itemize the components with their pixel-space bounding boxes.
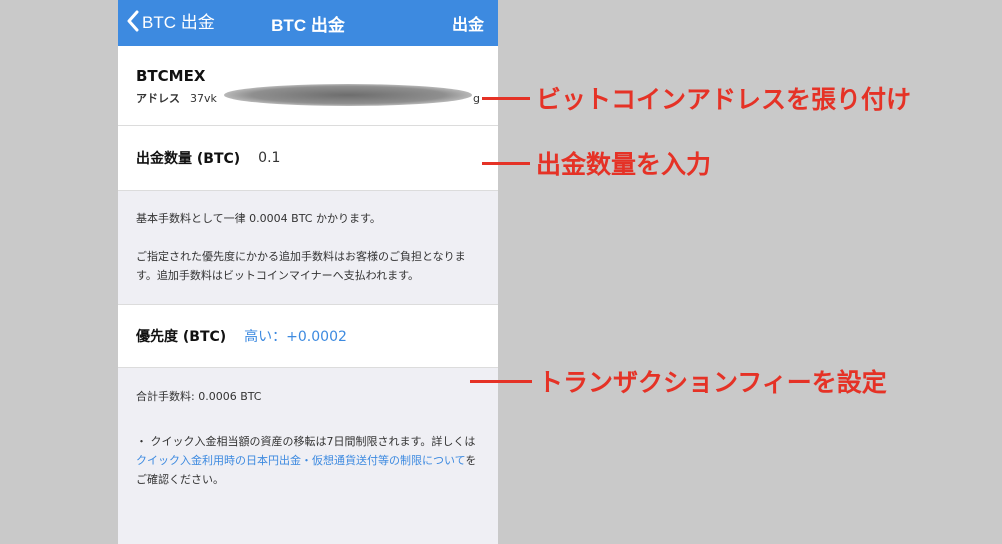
annotation-line xyxy=(482,161,530,165)
fee-notes: 基本手数料として一律 0.0004 BTC かかります。 ご指定された優先度にか… xyxy=(118,191,498,285)
amount-input[interactable]: 0.1 xyxy=(258,150,280,166)
annotation-line xyxy=(482,96,530,100)
address-label: アドレス xyxy=(136,92,180,105)
annotation-fee-text: トランザクションフィーを設定 xyxy=(538,368,887,397)
annotation-fee: トランザクションフィーを設定 xyxy=(470,363,887,399)
address-tail: g xyxy=(473,91,480,105)
annotation-line xyxy=(470,379,532,383)
priority-cell[interactable]: 優先度 (BTC) 高い：+0.0002 xyxy=(118,304,498,368)
amount-label: 出金数量 (BTC) xyxy=(136,151,241,167)
priority-label: 優先度 (BTC) xyxy=(136,329,227,345)
address-cell[interactable]: BTCMEX アドレス 37vk g xyxy=(118,46,498,126)
notice-prefix: ・ クイック入金相当額の資産の移転は7日間制限されます。詳しくは xyxy=(136,435,476,448)
withdraw-button[interactable]: 出金 xyxy=(452,11,484,35)
annotation-address: ビットコインアドレスを張り付け xyxy=(482,80,911,116)
address-value: 37vk xyxy=(190,91,217,105)
annotation-address-text: ビットコインアドレスを張り付け xyxy=(536,85,912,114)
restriction-link[interactable]: クイック入金利用時の日本円出金・仮想通貨送付等の制限について xyxy=(136,454,465,467)
restriction-notice: ・ クイック入金相当額の資産の移転は7日間制限されます。詳しくはクイック入金利用… xyxy=(118,404,498,489)
fee-extra-text: ご指定された優先度にかかる追加手数料はお客様のご負担となります。追加手数料はビッ… xyxy=(136,250,466,282)
total-fee: 合計手数料: 0.0006 BTC xyxy=(136,390,262,403)
annotation-amount-text: 出金数量を入力 xyxy=(536,150,712,179)
address-row: アドレス 37vk g xyxy=(136,84,480,106)
fee-basic-text: 基本手数料として一律 0.0004 BTC かかります。 xyxy=(136,212,381,225)
annotation-amount: 出金数量を入力 xyxy=(482,145,711,181)
amount-cell[interactable]: 出金数量 (BTC) 0.1 xyxy=(118,126,498,191)
wallet-name: BTCMEX xyxy=(136,67,206,85)
phone-screen: BTC 出金 BTC 出金 出金 BTCMEX アドレス 37vk g 出金数量… xyxy=(118,0,498,544)
priority-value[interactable]: 高い：+0.0002 xyxy=(244,326,347,346)
address-redaction xyxy=(224,84,472,106)
page-title: BTC 出金 xyxy=(271,16,345,35)
navigation-bar: BTC 出金 BTC 出金 出金 xyxy=(118,0,498,46)
